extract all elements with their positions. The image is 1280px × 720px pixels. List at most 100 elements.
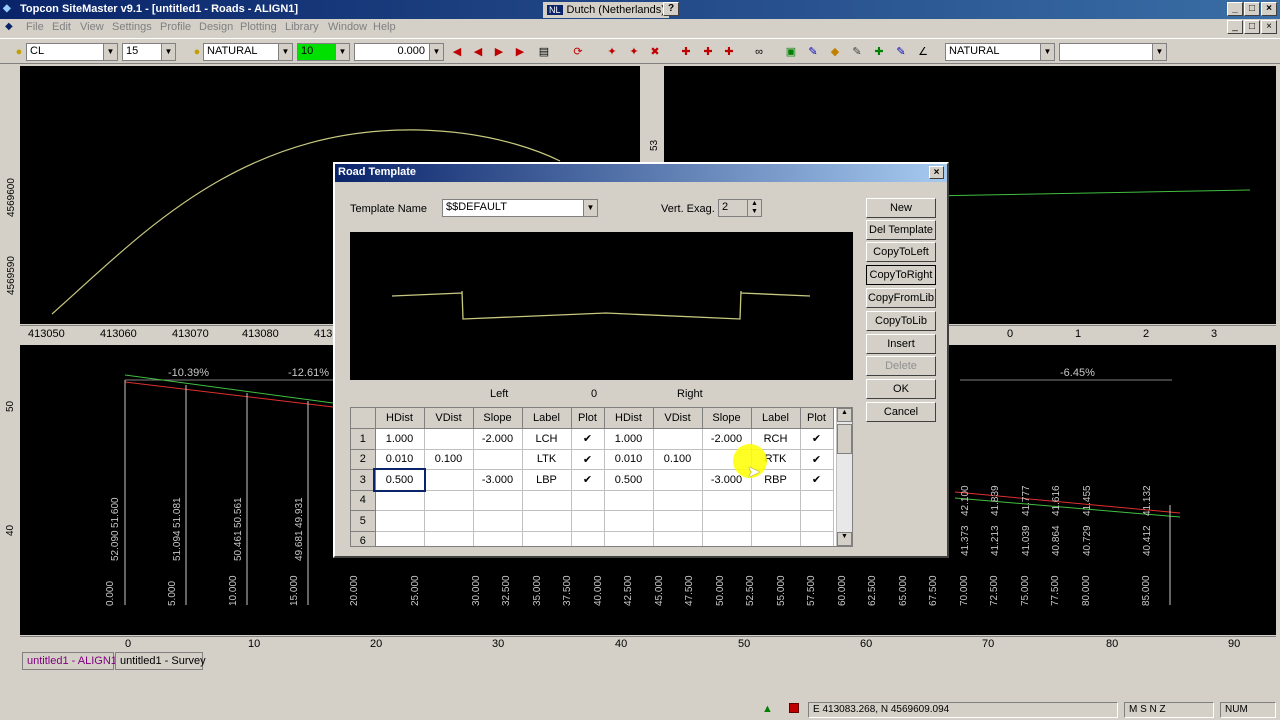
grid-cell[interactable] (522, 490, 572, 511)
grid-cell[interactable]: ✔ (800, 469, 834, 491)
grid-cell[interactable] (424, 531, 474, 546)
help-button[interactable]: ? (663, 2, 679, 16)
weight-select[interactable]: 15 ▼ (122, 43, 176, 61)
menu-library[interactable]: Library (285, 21, 319, 33)
cancel-button[interactable]: Cancel (866, 402, 936, 422)
grid-cell[interactable] (751, 490, 801, 511)
grid-cell[interactable] (522, 510, 572, 532)
tab-align1[interactable]: untitled1 - ALIGN1 (22, 652, 117, 670)
insert-button[interactable]: Insert (866, 334, 936, 354)
child-restore-button[interactable]: □ (1244, 20, 1260, 34)
pen-icon[interactable]: ✎ (806, 45, 820, 59)
grid-cell[interactable] (604, 531, 654, 546)
restore-button[interactable]: □ (1244, 2, 1260, 16)
grid-cell[interactable] (473, 490, 523, 511)
grid-cell[interactable] (604, 510, 654, 532)
grid-cell[interactable]: ✔ (571, 469, 605, 491)
prev-icon[interactable]: ◀ (471, 45, 485, 59)
grid-cell[interactable]: 0.500 (604, 469, 654, 491)
grid-cell[interactable]: ✔ (800, 428, 834, 450)
language-indicator[interactable]: NL Dutch (Netherlands) (543, 2, 669, 18)
layer-select[interactable]: CL ▼ (26, 43, 118, 61)
triangle-icon[interactable]: ▲ (762, 703, 773, 715)
menu-settings[interactable]: Settings (112, 21, 152, 33)
child-close-button[interactable]: × (1261, 20, 1277, 34)
color-select[interactable]: 10 ▼ (297, 43, 350, 61)
grid-cell[interactable] (473, 510, 523, 532)
lightbulb-icon[interactable]: ● (190, 45, 204, 59)
menu-file[interactable]: File (26, 21, 44, 33)
copy-to-lib-button[interactable]: CopyToLib (866, 311, 936, 331)
grid-scrollbar[interactable]: ▲ ▼ (836, 408, 852, 546)
col-header-left-slope[interactable]: Slope (473, 408, 523, 429)
grid-cell[interactable] (751, 531, 801, 546)
table-row[interactable]: 5 (351, 510, 834, 532)
image-icon[interactable]: ▣ (784, 45, 798, 59)
grid-cell[interactable]: 0.500 (373, 467, 426, 492)
remove-tool-icon[interactable]: ✚ (722, 45, 736, 59)
pencil-icon[interactable]: ✎ (850, 45, 864, 59)
delete-tool-icon[interactable]: ✖ (648, 45, 662, 59)
grid-cell[interactable]: LTK (522, 449, 572, 470)
grid-cell[interactable] (751, 510, 801, 532)
grid-cell[interactable]: -2.000 (473, 428, 523, 450)
style-select-2[interactable]: NATURAL ▼ (945, 43, 1055, 61)
copy-to-right-button[interactable]: CopyToRight (866, 265, 936, 285)
add-tool-icon[interactable]: ✚ (701, 45, 715, 59)
elevation-input[interactable]: 0.000 ▼ (354, 43, 444, 61)
vert-exag-spinner[interactable]: 2 ▲ ▼ (718, 199, 762, 217)
grid-cell[interactable]: -3.000 (473, 469, 523, 491)
grid-cell[interactable] (375, 531, 425, 546)
grid-cell[interactable] (424, 428, 474, 450)
table-row[interactable]: 1 1.000 -2.000 LCH ✔ 1.000 -2.000 RCH ✔ (351, 428, 834, 450)
col-header-left-vdist[interactable]: VDist (424, 408, 474, 429)
ok-button[interactable]: OK (866, 379, 936, 399)
grid-cell[interactable] (571, 510, 605, 532)
col-header-left-hdist[interactable]: HDist (375, 408, 425, 429)
row-header[interactable]: 5 (351, 510, 376, 532)
style-select[interactable]: NATURAL ▼ (203, 43, 293, 61)
table-row[interactable]: 4 (351, 490, 834, 511)
lightbulb-icon[interactable]: ● (12, 45, 26, 59)
measure-icon[interactable]: ∠ (916, 45, 930, 59)
profile-tool-icon[interactable]: ∞ (752, 45, 766, 59)
grid-cell[interactable] (604, 490, 654, 511)
grid-cell[interactable]: 0.100 (653, 449, 703, 470)
menu-view[interactable]: View (80, 21, 104, 33)
menu-profile[interactable]: Profile (160, 21, 191, 33)
col-header-left-plot[interactable]: Plot (571, 408, 605, 429)
grid-cell[interactable] (702, 510, 752, 532)
template-grid[interactable]: HDist VDist Slope Label Plot HDist VDist… (350, 407, 853, 547)
new-button[interactable]: New (866, 198, 936, 218)
grid-cell[interactable] (653, 428, 703, 450)
edit-icon[interactable]: ✎ (894, 45, 908, 59)
grid-cell[interactable] (424, 510, 474, 532)
grid-cell[interactable]: LCH (522, 428, 572, 450)
menu-window[interactable]: Window (328, 21, 367, 33)
grid-cell[interactable]: ✔ (571, 449, 605, 470)
menu-help[interactable]: Help (373, 21, 396, 33)
refresh-icon[interactable]: ⟳ (571, 45, 585, 59)
grid-cell[interactable] (473, 531, 523, 546)
scroll-down-icon[interactable]: ▼ (837, 532, 852, 546)
grid-cell[interactable] (522, 531, 572, 546)
grid-cell[interactable] (571, 531, 605, 546)
grid-cell[interactable] (424, 490, 474, 511)
grid-cell[interactable] (375, 490, 425, 511)
grid-cell[interactable]: 0.100 (424, 449, 474, 470)
grid-cell[interactable]: ✔ (571, 428, 605, 450)
grid-cell[interactable] (473, 449, 523, 470)
col-header-right-slope[interactable]: Slope (702, 408, 752, 429)
grid-cell[interactable] (571, 490, 605, 511)
menu-design[interactable]: Design (199, 21, 233, 33)
stop-icon[interactable] (789, 703, 799, 713)
first-icon[interactable]: ◀ (450, 45, 464, 59)
grid-cell[interactable]: LBP (522, 469, 572, 491)
del-template-button[interactable]: Del Template (866, 220, 936, 240)
col-header-right-hdist[interactable]: HDist (604, 408, 654, 429)
minimize-button[interactable]: _ (1227, 2, 1243, 16)
col-header-right-label[interactable]: Label (751, 408, 801, 429)
grid-cell[interactable]: 1.000 (604, 428, 654, 450)
table-row[interactable]: 6 (351, 531, 834, 546)
list-icon[interactable]: ▤ (537, 45, 551, 59)
